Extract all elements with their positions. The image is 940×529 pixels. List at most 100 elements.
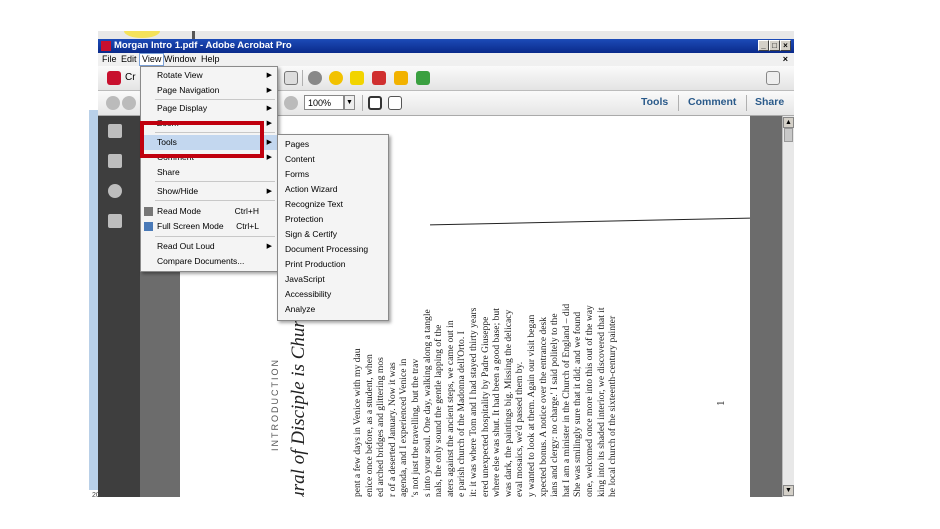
text-line: enice once before, as a student, when — [363, 354, 375, 497]
toolbar-separator — [362, 95, 363, 111]
menu-item-rotate-view[interactable]: Rotate View ▶ — [141, 68, 277, 83]
menu-help[interactable]: Help — [201, 53, 220, 66]
text-line: agenda, and I experienced Venice in — [398, 358, 410, 497]
page-thumbnails-icon[interactable] — [108, 124, 122, 138]
menu-bar: File Edit View Window Help × — [98, 53, 794, 66]
menu-separator — [155, 200, 275, 201]
taskbar-fragment: 20... — [92, 492, 106, 499]
submenu-item-accessibility[interactable]: Accessibility — [278, 287, 388, 302]
tab-tools[interactable]: Tools — [641, 96, 668, 108]
create-button-label[interactable]: Cr — [125, 72, 136, 83]
desktop-decoration — [98, 31, 794, 39]
email-icon[interactable] — [284, 71, 298, 85]
submenu-item-document-processing[interactable]: Document Processing — [278, 242, 388, 257]
minimize-button[interactable]: _ — [758, 40, 769, 51]
tools-submenu: Pages Content Forms Action Wizard Recogn… — [277, 134, 389, 321]
text-line: eval mosaics, we'd passed them by. — [514, 361, 526, 497]
menu-item-show-hide[interactable]: Show/Hide ▶ — [141, 184, 277, 199]
menu-view[interactable]: View — [139, 53, 165, 66]
flower-decoration — [124, 31, 160, 38]
text-line: ians and clergy: no charge.' I said poli… — [549, 313, 561, 497]
menu-item-share[interactable]: Share — [141, 165, 277, 180]
review-icon[interactable] — [394, 71, 408, 85]
submenu-item-sign-certify[interactable]: Sign & Certify — [278, 227, 388, 242]
text-line: nals, the only sound the gentle lapping … — [433, 324, 445, 497]
scroll-up-icon[interactable]: ▲ — [783, 117, 794, 128]
full-screen-mode-icon — [144, 222, 153, 231]
text-line: 's not just the travelling, but the trav — [410, 358, 421, 497]
close-button[interactable]: × — [780, 40, 791, 51]
zoom-in-icon[interactable] — [284, 96, 298, 110]
menu-window[interactable]: Window — [164, 53, 196, 66]
maximize-button[interactable]: □ — [769, 40, 780, 51]
text-line: y wanted to look at them. Again our visi… — [526, 314, 537, 497]
text-line: xpected bonus. A notice over the entranc… — [537, 316, 549, 497]
chapter-label: INTRODUCTION — [270, 358, 280, 451]
submenu-item-print-production[interactable]: Print Production — [278, 257, 388, 272]
expand-icon[interactable] — [766, 71, 780, 85]
window-title: Morgan Intro 1.pdf - Adobe Acrobat Pro — [114, 40, 292, 51]
text-line: aters against the ancient steps, we came… — [444, 320, 456, 497]
text-line: She was smilingly sure that it did; and … — [572, 311, 584, 497]
menu-item-read-mode[interactable]: Read Mode Ctrl+H — [141, 204, 277, 219]
comment-bubble-icon[interactable] — [329, 71, 343, 85]
text-line: ed arched bridges and glittering mos — [375, 357, 387, 497]
sign-icon[interactable] — [372, 71, 386, 85]
menu-separator — [155, 99, 275, 100]
annotation-highlight-box — [140, 121, 264, 158]
submenu-item-analyze[interactable]: Analyze — [278, 302, 388, 317]
title-bar[interactable]: Morgan Intro 1.pdf - Adobe Acrobat Pro _… — [98, 39, 794, 53]
menu-item-read-out-loud[interactable]: Read Out Loud ▶ — [141, 239, 277, 254]
read-mode-icon — [144, 207, 153, 216]
full-screen-icon[interactable] — [388, 96, 402, 110]
submenu-item-recognize-text[interactable]: Recognize Text — [278, 197, 388, 212]
navigation-pane — [98, 116, 140, 497]
scroll-down-icon[interactable]: ▼ — [783, 485, 794, 496]
submenu-item-protection[interactable]: Protection — [278, 212, 388, 227]
toolbar-separator — [678, 95, 679, 111]
attachments-icon[interactable] — [108, 184, 122, 198]
text-line: s into your soul. One day, walking along… — [421, 309, 433, 497]
text-line: hat I am a minister in the Church of Eng… — [560, 303, 572, 497]
submenu-item-javascript[interactable]: JavaScript — [278, 272, 388, 287]
text-line: r of a deserted January. Now it was — [386, 362, 398, 497]
share-document-icon[interactable] — [416, 71, 430, 85]
menu-item-compare-documents[interactable]: Compare Documents... — [141, 254, 277, 269]
fit-page-icon[interactable] — [368, 96, 382, 110]
previous-page-icon[interactable] — [106, 96, 120, 110]
signatures-icon[interactable] — [108, 214, 122, 228]
toolbar-separator — [746, 95, 747, 111]
text-line: e parish church of the Madonna dell'Orto… — [456, 331, 468, 497]
text-line: was dark, the paintings big. Missing the… — [502, 309, 514, 497]
scroll-thumb[interactable] — [784, 128, 793, 142]
create-icon[interactable] — [107, 71, 121, 85]
menu-item-page-navigation[interactable]: Page Navigation ▶ — [141, 83, 277, 98]
text-line: ered unexpected hospitality by Padre Giu… — [479, 316, 491, 497]
next-page-icon[interactable] — [122, 96, 136, 110]
menu-item-full-screen-mode[interactable]: Full Screen Mode Ctrl+L — [141, 219, 277, 234]
menu-separator — [155, 181, 275, 182]
tab-comment[interactable]: Comment — [688, 96, 736, 108]
submenu-item-action-wizard[interactable]: Action Wizard — [278, 182, 388, 197]
rule-line — [430, 217, 750, 226]
vertical-scrollbar[interactable]: ▲ ▼ — [782, 116, 794, 497]
page-number: 1 — [715, 400, 727, 407]
submenu-item-forms[interactable]: Forms — [278, 167, 388, 182]
menu-file[interactable]: File — [102, 53, 117, 66]
decoration-post — [192, 31, 195, 39]
highlight-icon[interactable] — [350, 71, 364, 85]
document-close-icon[interactable]: × — [783, 53, 788, 66]
menu-edit[interactable]: Edit — [121, 53, 137, 66]
zoom-input[interactable]: 100% — [304, 95, 344, 110]
tab-share[interactable]: Share — [755, 96, 784, 108]
toolbar-separator — [302, 70, 303, 86]
bookmarks-icon[interactable] — [108, 154, 122, 168]
zoom-dropdown[interactable]: ▼ — [344, 95, 355, 110]
menu-item-page-display[interactable]: Page Display ▶ — [141, 101, 277, 116]
submenu-item-content[interactable]: Content — [278, 152, 388, 167]
text-line: it: it was where Tom and I had stayed th… — [468, 307, 479, 497]
submenu-item-pages[interactable]: Pages — [278, 137, 388, 152]
gear-icon[interactable] — [308, 71, 322, 85]
chapter-title: lural of Disciple is Church — [288, 302, 309, 497]
text-line: one, welcomed once more into this out of… — [584, 305, 595, 497]
